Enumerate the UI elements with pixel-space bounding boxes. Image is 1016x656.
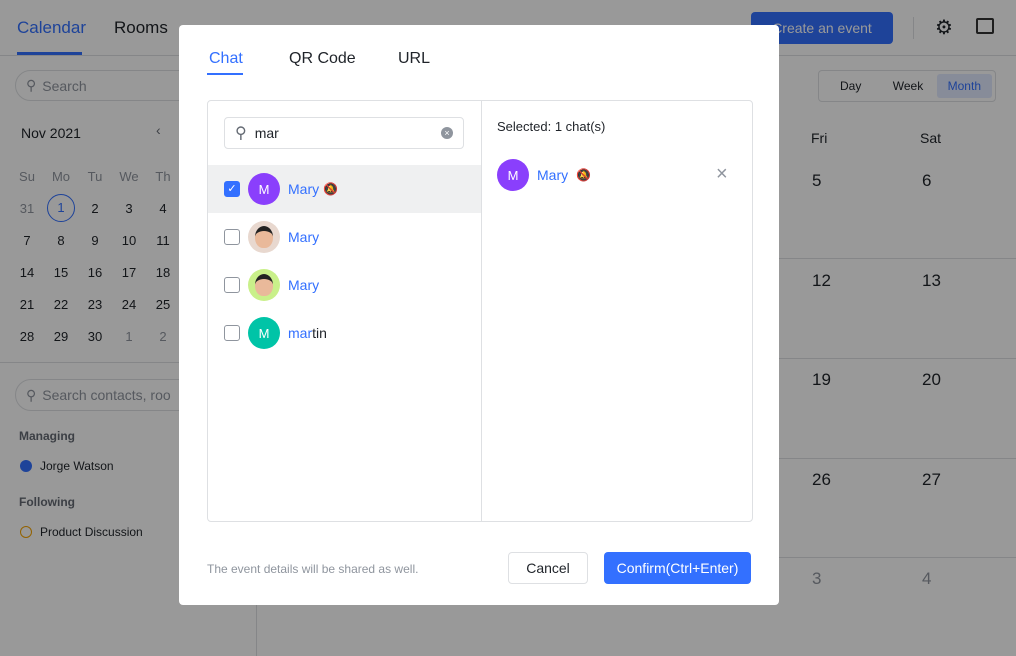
name-rest: tin — [312, 325, 327, 341]
avatar: M — [248, 173, 280, 205]
tab-url[interactable]: URL — [398, 50, 430, 68]
checkbox[interactable] — [224, 277, 240, 293]
chat-result[interactable]: Mary — [208, 261, 481, 309]
remove-selected-icon[interactable]: × — [716, 163, 728, 186]
selected-chat: M Mary 🔕 — [497, 159, 591, 191]
checkbox[interactable]: ✓ — [224, 181, 240, 197]
chat-name: Mary — [288, 277, 319, 293]
search-icon: ⚲ — [235, 125, 247, 142]
selected-count: Selected: 1 chat(s) — [497, 119, 606, 134]
avatar: M — [497, 159, 529, 191]
clear-icon[interactable]: × — [441, 127, 453, 139]
chat-name: martin — [288, 325, 327, 341]
checkbox[interactable] — [224, 325, 240, 341]
picker-panel: ⚲ mar × ✓ M Mary 🔕 Mary Mary M martin Se… — [207, 100, 753, 522]
tab-chat[interactable]: Chat — [209, 50, 243, 68]
footer-note: The event details will be shared as well… — [207, 562, 419, 576]
chat-result[interactable]: ✓ M Mary 🔕 — [208, 165, 481, 213]
tab-qr-code[interactable]: QR Code — [289, 50, 356, 68]
avatar-photo — [248, 269, 280, 301]
chat-name: Mary — [288, 181, 319, 197]
name-match: Mary — [288, 181, 320, 197]
confirm-button[interactable]: Confirm(Ctrl+Enter) — [604, 552, 751, 584]
selected-name: Mary — [537, 167, 569, 183]
divider — [481, 101, 482, 521]
confirm-label: Confirm(Ctrl+Enter) — [616, 560, 739, 576]
checkbox[interactable] — [224, 229, 240, 245]
name-match: mar — [288, 325, 313, 341]
chat-name: Mary — [288, 229, 319, 245]
cancel-button[interactable]: Cancel — [508, 552, 588, 584]
name-match: Mary — [288, 229, 320, 245]
share-modal: Chat QR Code URL ⚲ mar × ✓ M Mary 🔕 Mary… — [179, 25, 779, 605]
muted-bell-icon: 🔕 — [323, 182, 339, 196]
chat-result[interactable]: M martin — [208, 309, 481, 357]
cancel-label: Cancel — [526, 560, 570, 576]
name-match: Mary — [288, 277, 320, 293]
muted-bell-icon: 🔕 — [576, 168, 592, 182]
avatar-photo — [248, 221, 280, 253]
chat-search-input[interactable]: ⚲ mar × — [224, 117, 464, 149]
avatar: M — [248, 317, 280, 349]
active-tab-indicator — [207, 73, 243, 75]
chat-result[interactable]: Mary — [208, 213, 481, 261]
search-value: mar — [254, 125, 279, 141]
